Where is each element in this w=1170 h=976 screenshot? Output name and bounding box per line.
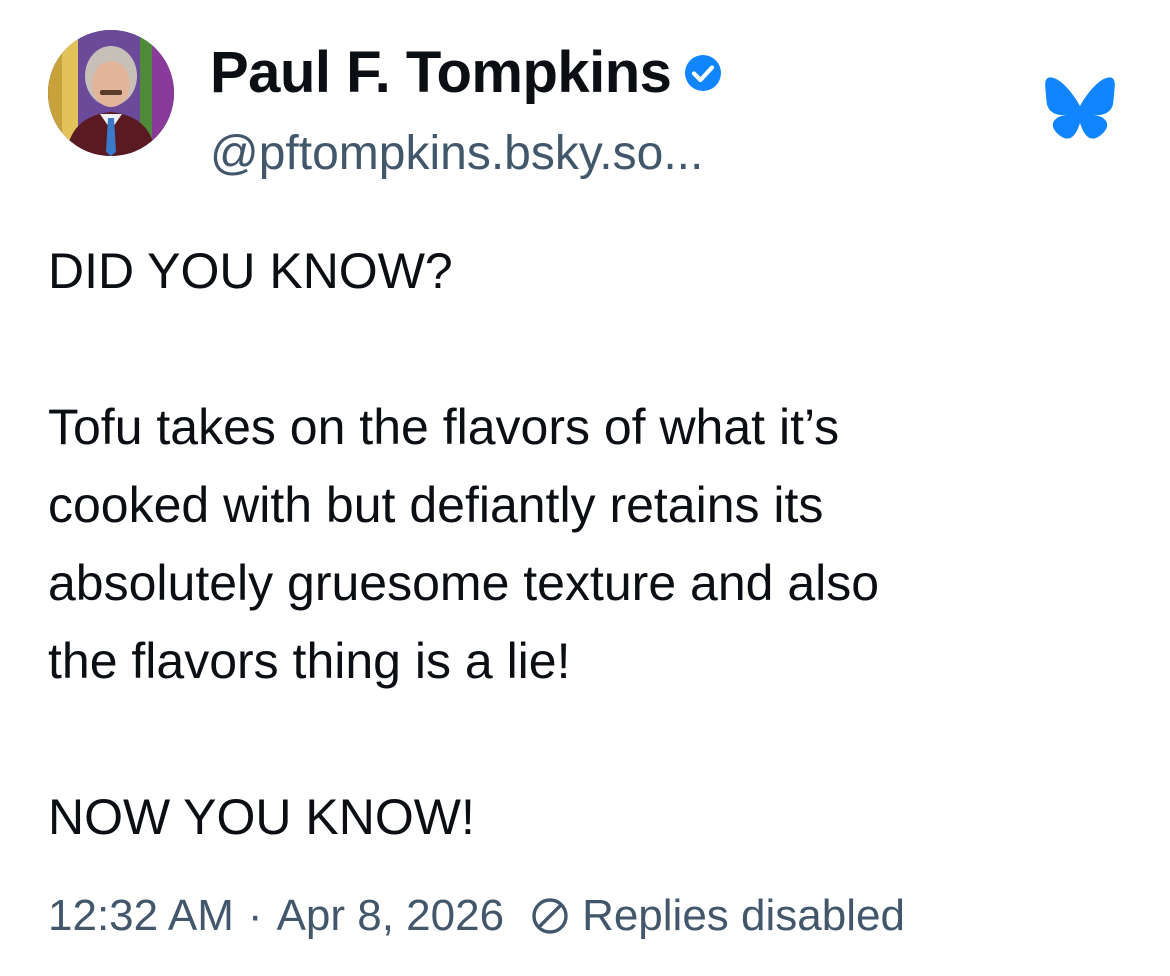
avatar-image [48,30,174,156]
post-line-5: absolutely gruesome texture and also [48,555,880,611]
post-line-6: the flavors thing is a lie! [48,633,571,689]
verified-check-icon[interactable] [683,53,723,93]
post-time[interactable]: 12:32 AM [48,891,234,941]
replies-status: Replies disabled [582,891,905,940]
author-name-row: Paul F. Tompkins [210,38,723,108]
author-handle[interactable]: @pftompkins.bsky.so... [210,122,703,186]
bluesky-butterfly-icon[interactable] [1044,76,1116,140]
post-line-3: Tofu takes on the flavors of what it’s [48,399,840,455]
post-line-8: NOW YOU KNOW! [48,789,475,845]
post-meta: 12:32 AM · Apr 8, 2026 Replies disabled [48,884,905,948]
paragraph-break [48,310,1128,388]
author-avatar[interactable] [48,30,174,156]
no-entry-icon [530,896,570,936]
post-body: DID YOU KNOW? Tofu takes on the flavors … [48,232,1128,856]
meta-separator: · [247,891,263,940]
post-card: Paul F. Tompkins @pftompkins.bsky.so... … [0,0,1170,976]
paragraph-break [48,700,1128,778]
post-date[interactable]: Apr 8, 2026 [277,891,505,941]
author-display-name[interactable]: Paul F. Tompkins [210,38,672,108]
post-line-1: DID YOU KNOW? [48,243,453,299]
post-line-4: cooked with but defiantly retains its [48,477,824,533]
